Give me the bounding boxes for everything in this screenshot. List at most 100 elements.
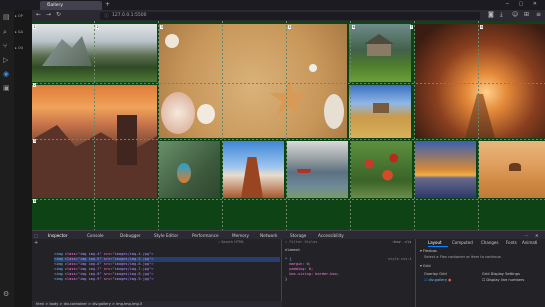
html-breadcrumb[interactable]: html > body > div.container > div.galler…	[32, 301, 282, 307]
run-debug-icon[interactable]: ▷	[3, 56, 8, 64]
gallery-image-2[interactable]	[159, 24, 347, 138]
reload-icon[interactable]: ↻	[56, 11, 61, 18]
gallery-image-6[interactable]	[349, 85, 411, 138]
sidebar-text-3: ▸ OU	[15, 46, 24, 50]
devtools-panel: ⬚ Inspector Console Debugger Style Edito…	[32, 230, 545, 307]
grid-number-3: 3	[160, 25, 164, 29]
forward-icon[interactable]: →	[46, 11, 51, 18]
code-tag: <img	[54, 257, 65, 261]
grid-line-h3	[32, 199, 545, 200]
tab-animations[interactable]: Animati	[522, 240, 537, 245]
tab-changes[interactable]: Changes	[481, 240, 498, 245]
grid-line-h1	[32, 83, 545, 84]
code-tag: <img	[54, 267, 65, 271]
gallery-image-3[interactable]	[349, 24, 411, 82]
code-tag: <img	[54, 277, 65, 281]
grid-section-title[interactable]: ▾ Grid	[420, 264, 431, 268]
add-node-icon[interactable]: +	[34, 240, 38, 246]
rule-decl-box-sizing[interactable]: box-sizing: border-box;	[285, 272, 339, 276]
tab-memory[interactable]: Memory	[232, 233, 249, 238]
html-search-input[interactable]: ⌕ Search HTML	[218, 240, 278, 246]
extensions-toolbar-icon[interactable]: ⊞	[524, 11, 529, 18]
element-rule-label: element	[285, 248, 301, 252]
tab-console[interactable]: Console	[87, 233, 104, 238]
code-line-6[interactable]: <img class="img img-9" src="images/img-9…	[54, 277, 280, 282]
gallery-image-12[interactable]	[479, 141, 545, 198]
gallery-image-11[interactable]	[415, 141, 476, 198]
settings-gear-icon[interactable]: ⚙	[3, 290, 9, 298]
layout-pane: Layout Computed Changes Fonts Animati ▾ …	[416, 239, 545, 307]
account-icon[interactable]: ☺	[512, 11, 518, 18]
gallery-image-5[interactable]	[32, 85, 157, 198]
tab-network[interactable]: Network	[260, 233, 277, 238]
remote-icon[interactable]: ▣	[3, 84, 10, 92]
code-attr: class=	[64, 252, 78, 256]
gallery-image-8[interactable]	[223, 141, 284, 198]
tab-close-icon[interactable]: ✕	[47, 2, 99, 7]
sidebar-text-2: ▸ GA	[15, 30, 23, 34]
grid-title-text: Grid	[422, 264, 431, 268]
back-icon[interactable]: ←	[36, 11, 41, 18]
tab-performance[interactable]: Performance	[192, 233, 219, 238]
tab-storage[interactable]: Storage	[290, 233, 306, 238]
filter-styles-input[interactable]: ⌕ Filter Styles	[285, 240, 317, 244]
menu-icon[interactable]: ≡	[536, 11, 541, 18]
gallery-image-4[interactable]	[415, 24, 545, 138]
code-attr: class=	[64, 262, 78, 266]
overlay-grid-label: Overlay Grid	[424, 272, 447, 276]
rule-close-brace: }	[285, 277, 288, 281]
rule-decl-margin[interactable]: margin: 0;	[285, 262, 311, 266]
grid-line-h2	[32, 139, 545, 140]
grid-overlay-checkbox[interactable]: ☑ div.gallery ●	[424, 278, 451, 282]
tab-style-editor[interactable]: Style Editor	[154, 233, 178, 238]
code-val: "img img-9"	[77, 277, 104, 281]
breadcrumb-text: html > body > div.container > div.galler…	[36, 302, 143, 306]
tab-accessibility[interactable]: Accessibility	[318, 233, 344, 238]
gallery-image-10[interactable]	[351, 141, 412, 198]
code-attr: class=	[64, 277, 78, 281]
gallery-image-1[interactable]	[32, 24, 157, 82]
code-val2: "images/img-4.jpg">	[112, 252, 154, 256]
code-val2: "images/img-8.jpg">	[112, 272, 154, 276]
tab-inspector[interactable]: Inspector	[48, 233, 68, 238]
search-icon[interactable]: ⌕	[3, 28, 7, 37]
tab-computed[interactable]: Computed	[452, 240, 473, 245]
element-picker-icon[interactable]: ⬚	[34, 233, 38, 238]
pocket-icon[interactable]: ◙	[488, 11, 494, 18]
html-tree-pane: + ⌕ Search HTML <img class="img img-4" s…	[32, 239, 282, 307]
files-icon[interactable]: ▤	[3, 13, 10, 21]
display-line-numbers-checkbox[interactable]: ☐ Display line numbers	[482, 278, 524, 282]
flexbox-section-title[interactable]: ▾ Flexbox	[420, 249, 437, 253]
editor-sidebar: ▤ ⌕ ⑂ ▷ ◉ ▣ ⚙ ▸ OP ▸ GA ▸ OU	[0, 0, 32, 307]
extensions-icon[interactable]: ◉	[3, 70, 9, 78]
activity-bar: ▤ ⌕ ⑂ ▷ ◉ ▣ ⚙	[0, 10, 14, 307]
devtools-options-icon[interactable]: ⋯	[524, 233, 528, 238]
tab-fonts[interactable]: Fonts	[506, 240, 517, 245]
code-val2: "images/img-6.jpg">	[112, 262, 154, 266]
pseudo-class-toggle[interactable]: :hov .cls	[392, 240, 411, 244]
screen: ▤ ⌕ ⑂ ▷ ◉ ▣ ⚙ ▸ OP ▸ GA ▸ OU Gallery ✕ +…	[0, 0, 545, 307]
devtools-tabbar: ⬚ Inspector Console Debugger Style Edito…	[32, 230, 545, 240]
tab-layout[interactable]: Layout	[428, 240, 442, 245]
filter-styles-placeholder: Filter Styles	[289, 240, 318, 244]
grid-display-settings-label: Grid Display Settings	[482, 272, 520, 276]
url-bar[interactable]: ⓘ 127.0.0.1:5500	[100, 11, 480, 20]
grid-number-8: 8	[480, 25, 484, 29]
code-attr: class=	[64, 257, 78, 261]
html-search-placeholder: Search HTML	[221, 240, 244, 244]
grid-item-name: div.gallery	[428, 278, 447, 282]
code-attr: class=	[64, 267, 78, 271]
gallery-image-9[interactable]	[287, 141, 348, 198]
downloads-icon[interactable]: ⤓	[500, 11, 503, 19]
site-info-icon[interactable]: ⓘ	[104, 13, 109, 19]
tab-debugger[interactable]: Debugger	[120, 233, 141, 238]
source-control-icon[interactable]: ⑂	[3, 42, 7, 50]
rule-decl-padding[interactable]: padding: 0;	[285, 267, 313, 271]
devtools-close-icon[interactable]: ✕	[535, 233, 539, 238]
rule-source-link[interactable]: style.css:1	[388, 257, 412, 261]
code-tag: <img	[54, 272, 65, 276]
new-tab-icon[interactable]: +	[105, 1, 110, 8]
gallery-image-7[interactable]	[159, 141, 220, 198]
window-controls[interactable]: ─ ▢ ✕	[506, 1, 541, 7]
tab-gallery[interactable]: Gallery ✕	[40, 1, 102, 10]
